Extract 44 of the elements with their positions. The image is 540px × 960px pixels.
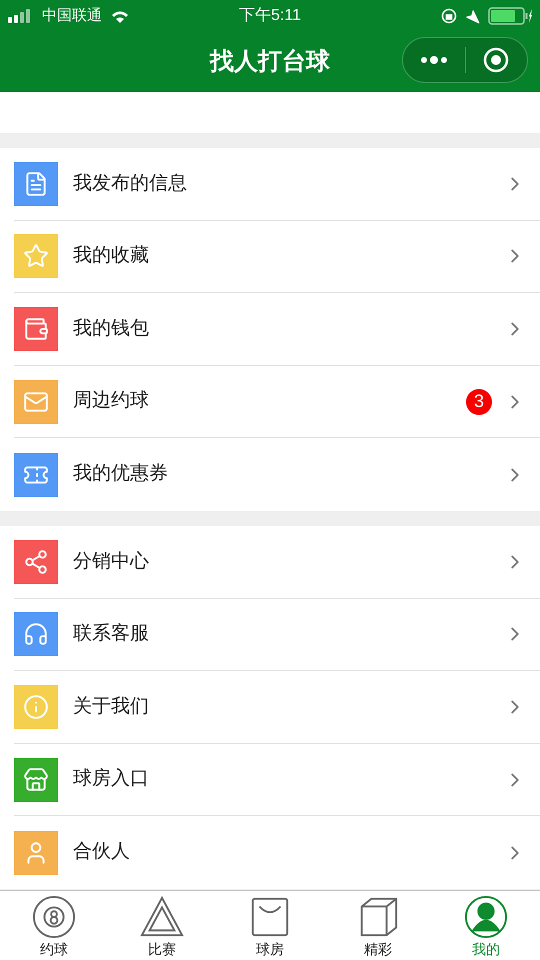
menu-label: 我的钱包 bbox=[73, 316, 150, 341]
carrier-name: 中国联通 bbox=[42, 6, 102, 26]
tab-item[interactable]: 球房 bbox=[216, 891, 324, 960]
menu-label: 关于我们 bbox=[73, 694, 150, 719]
target-icon bbox=[483, 47, 510, 73]
menu-label: 球房入口 bbox=[73, 767, 150, 792]
page-title: 找人打台球 bbox=[210, 47, 330, 77]
location-icon bbox=[465, 8, 480, 24]
menu-item[interactable]: 球房入口 bbox=[14, 744, 540, 816]
menu-label: 联系客服 bbox=[73, 622, 150, 646]
headset-icon bbox=[23, 621, 49, 648]
menu-label: 我的收藏 bbox=[73, 244, 150, 268]
count-badge: 3 bbox=[466, 388, 492, 415]
menu-item[interactable]: 我的收藏 bbox=[14, 220, 540, 294]
menu-label: 周边约球 bbox=[73, 389, 150, 414]
wallet-icon bbox=[23, 316, 49, 342]
menu-item[interactable]: 我的优惠券 bbox=[14, 438, 540, 511]
store-icon bbox=[23, 766, 49, 793]
menu-item[interactable]: 关于我们 bbox=[14, 671, 540, 744]
menu-item[interactable]: 周边约球 3 bbox=[14, 366, 540, 438]
clock-time: 下午5:11 bbox=[239, 6, 301, 26]
tab-item[interactable]: 我的 bbox=[432, 891, 540, 960]
tab-item[interactable]: 约球 bbox=[0, 891, 108, 960]
battery-icon bbox=[488, 7, 532, 25]
billiard-ball-icon bbox=[31, 895, 77, 939]
menu-item[interactable]: 合伙人 bbox=[14, 816, 540, 889]
star-icon bbox=[23, 243, 49, 270]
menu-label: 分销中心 bbox=[73, 550, 150, 574]
triangle-icon bbox=[139, 895, 185, 939]
more-icon bbox=[420, 55, 448, 65]
tab-item[interactable]: 比赛 bbox=[108, 891, 216, 960]
menu-item[interactable]: 联系客服 bbox=[14, 598, 540, 672]
menu-item[interactable]: 我的钱包 bbox=[14, 293, 540, 366]
rotation-lock-icon bbox=[441, 8, 458, 24]
wifi-icon bbox=[110, 9, 130, 23]
menu-item[interactable]: 分销中心 bbox=[14, 526, 540, 599]
menu-label: 我的优惠券 bbox=[73, 462, 169, 486]
info-icon bbox=[23, 694, 49, 720]
menu-item[interactable]: 我发布的信息 bbox=[14, 148, 540, 221]
menu-label: 合伙人 bbox=[73, 840, 131, 864]
person-icon bbox=[463, 895, 509, 939]
menu-label: 我发布的信息 bbox=[73, 172, 188, 196]
tab-item[interactable]: 精彩 bbox=[324, 891, 432, 960]
share-icon bbox=[23, 548, 49, 575]
